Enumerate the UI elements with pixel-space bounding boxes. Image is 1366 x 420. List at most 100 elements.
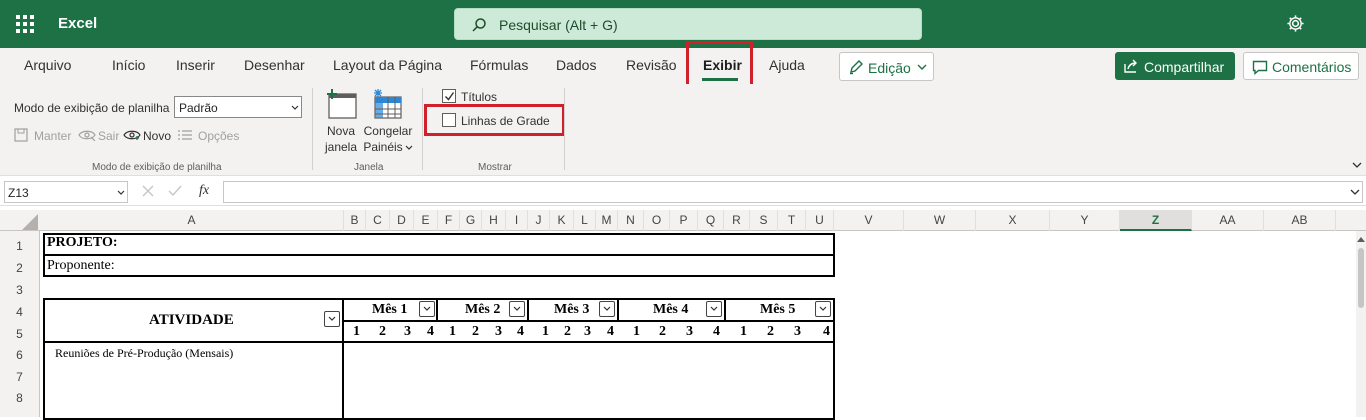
column-header-a[interactable]: A bbox=[40, 210, 344, 231]
comments-button[interactable]: Comentários bbox=[1243, 52, 1359, 80]
ribbon-collapse-icon[interactable] bbox=[1352, 162, 1362, 169]
week-1-1[interactable]: 1 bbox=[353, 324, 360, 340]
search-box[interactable]: Pesquisar (Alt + G) bbox=[454, 8, 922, 40]
insert-function-icon[interactable]: fx bbox=[199, 183, 209, 199]
tab-revisao[interactable]: Revisão bbox=[626, 57, 677, 73]
atividade-header[interactable]: ATIVIDADE bbox=[149, 312, 234, 329]
column-header-h[interactable]: H bbox=[482, 210, 506, 231]
week-1-4[interactable]: 4 bbox=[427, 324, 434, 340]
month-1-filter-button[interactable] bbox=[419, 301, 435, 317]
week-2-1[interactable]: 1 bbox=[449, 324, 456, 340]
exit-button[interactable]: Sair bbox=[98, 129, 119, 143]
new-view-button[interactable]: Novo bbox=[143, 129, 171, 143]
month-4-header[interactable]: Mês 4 bbox=[653, 302, 688, 318]
column-header-z[interactable]: Z bbox=[1120, 210, 1192, 231]
options-button[interactable]: Opções bbox=[198, 129, 239, 143]
column-header-k[interactable]: K bbox=[550, 210, 574, 231]
chevron-down-icon[interactable] bbox=[1350, 189, 1360, 196]
column-header-v[interactable]: V bbox=[834, 210, 904, 231]
month-2-header[interactable]: Mês 2 bbox=[465, 302, 500, 318]
column-header-u[interactable]: U bbox=[806, 210, 834, 231]
week-2-3[interactable]: 3 bbox=[495, 324, 502, 340]
tab-dados[interactable]: Dados bbox=[556, 57, 596, 73]
column-header-ab[interactable]: AB bbox=[1264, 210, 1336, 231]
column-header-t[interactable]: T bbox=[778, 210, 806, 231]
confirm-icon[interactable] bbox=[168, 185, 182, 197]
row-header-4[interactable]: 4 bbox=[0, 298, 40, 320]
keep-button[interactable]: Manter bbox=[34, 129, 71, 143]
tab-formulas[interactable]: Fórmulas bbox=[470, 57, 528, 73]
column-header-n[interactable]: N bbox=[618, 210, 644, 231]
week-5-4[interactable]: 4 bbox=[823, 324, 830, 340]
week-5-2[interactable]: 2 bbox=[767, 324, 774, 340]
share-button[interactable]: Compartilhar bbox=[1115, 52, 1235, 80]
gear-icon[interactable] bbox=[1286, 14, 1305, 33]
freeze-panes-button[interactable]: Congelar Painéis bbox=[362, 124, 414, 156]
column-header-m[interactable]: M bbox=[596, 210, 618, 231]
column-header-l[interactable]: L bbox=[574, 210, 596, 231]
column-header-r[interactable]: R bbox=[724, 210, 750, 231]
scroll-up-icon[interactable] bbox=[1357, 236, 1365, 242]
scrollbar-thumb[interactable] bbox=[1358, 248, 1364, 308]
app-launcher-icon[interactable] bbox=[16, 15, 34, 33]
month-5-filter-button[interactable] bbox=[815, 301, 831, 317]
tab-inicio[interactable]: Início bbox=[112, 57, 145, 73]
week-4-2[interactable]: 2 bbox=[659, 324, 666, 340]
column-header-c[interactable]: C bbox=[366, 210, 390, 231]
month-3-header[interactable]: Mês 3 bbox=[554, 302, 589, 318]
column-header-j[interactable]: J bbox=[528, 210, 550, 231]
cancel-icon[interactable] bbox=[142, 185, 154, 197]
month-2-filter-button[interactable] bbox=[509, 301, 525, 317]
tab-inserir[interactable]: Inserir bbox=[176, 57, 215, 73]
row-header-3[interactable]: 3 bbox=[0, 276, 40, 298]
select-all-icon[interactable] bbox=[22, 214, 38, 230]
column-header-d[interactable]: D bbox=[390, 210, 414, 231]
week-3-1[interactable]: 1 bbox=[542, 324, 549, 340]
projeto-label[interactable]: PROJETO: bbox=[47, 235, 118, 251]
sheet-view-select[interactable]: Padrão bbox=[174, 96, 302, 118]
column-header-q[interactable]: Q bbox=[698, 210, 724, 231]
column-header-f[interactable]: F bbox=[438, 210, 460, 231]
week-4-3[interactable]: 3 bbox=[686, 324, 693, 340]
activity-1[interactable]: Reuniões de Pré-Produção (Mensais) bbox=[55, 346, 233, 361]
column-header-aa[interactable]: AA bbox=[1192, 210, 1264, 231]
week-2-2[interactable]: 2 bbox=[472, 324, 479, 340]
column-header-s[interactable]: S bbox=[750, 210, 778, 231]
month-5-header[interactable]: Mês 5 bbox=[760, 302, 795, 318]
formula-input[interactable] bbox=[223, 181, 1363, 203]
proponente-label[interactable]: Proponente: bbox=[47, 258, 115, 274]
column-header-g[interactable]: G bbox=[460, 210, 482, 231]
week-1-3[interactable]: 3 bbox=[404, 324, 411, 340]
atividade-filter-button[interactable] bbox=[324, 311, 340, 327]
tab-desenhar[interactable]: Desenhar bbox=[244, 57, 305, 73]
tab-arquivo[interactable]: Arquivo bbox=[24, 57, 71, 73]
week-4-1[interactable]: 1 bbox=[633, 324, 640, 340]
edit-mode-dropdown[interactable]: Edição bbox=[839, 52, 934, 81]
row-header-5[interactable]: 5 bbox=[0, 320, 40, 342]
month-4-filter-button[interactable] bbox=[706, 301, 722, 317]
week-5-1[interactable]: 1 bbox=[740, 324, 747, 340]
column-header-y[interactable]: Y bbox=[1050, 210, 1120, 231]
column-header-x[interactable]: X bbox=[976, 210, 1050, 231]
month-3-filter-button[interactable] bbox=[599, 301, 615, 317]
headings-checkbox[interactable] bbox=[442, 89, 456, 103]
month-1-header[interactable]: Mês 1 bbox=[372, 302, 407, 318]
column-header-b[interactable]: B bbox=[344, 210, 366, 231]
column-header-e[interactable]: E bbox=[414, 210, 438, 231]
column-header-w[interactable]: W bbox=[904, 210, 976, 231]
week-3-3[interactable]: 3 bbox=[584, 324, 591, 340]
app-name[interactable]: Excel bbox=[58, 15, 97, 32]
row-header-7[interactable]: 7 bbox=[0, 363, 40, 385]
week-3-4[interactable]: 4 bbox=[607, 324, 614, 340]
column-header-o[interactable]: O bbox=[644, 210, 670, 231]
row-header-1[interactable]: 1 bbox=[0, 231, 40, 254]
week-2-4[interactable]: 4 bbox=[517, 324, 524, 340]
row-header-2[interactable]: 2 bbox=[0, 254, 40, 276]
week-1-2[interactable]: 2 bbox=[379, 324, 386, 340]
week-4-4[interactable]: 4 bbox=[713, 324, 720, 340]
new-window-button[interactable]: Nova janela bbox=[322, 124, 360, 156]
tab-ajuda[interactable]: Ajuda bbox=[769, 57, 805, 73]
column-header-i[interactable]: I bbox=[506, 210, 528, 231]
row-header-8[interactable]: 8 bbox=[0, 385, 40, 406]
tab-layout[interactable]: Layout da Página bbox=[333, 57, 442, 73]
